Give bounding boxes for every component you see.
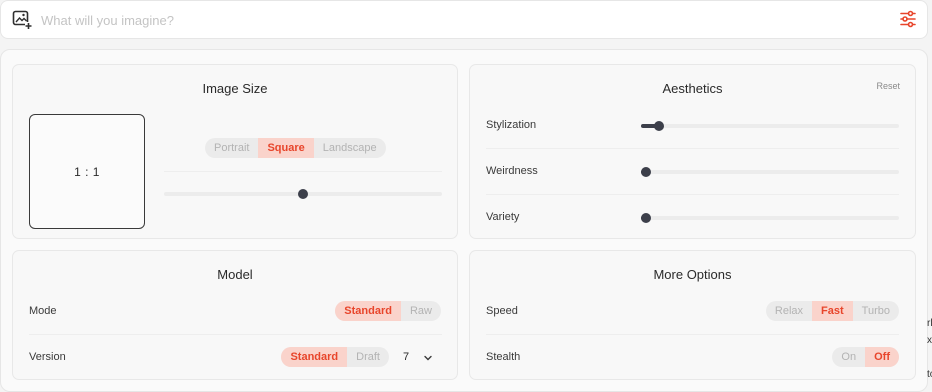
aesthetics-title: Aesthetics xyxy=(662,81,723,96)
variety-label: Variety xyxy=(486,211,520,223)
orientation-toggle: Portrait Square Landscape xyxy=(205,138,386,158)
version-number[interactable]: 7 xyxy=(403,351,409,363)
prompt-bar xyxy=(0,0,928,39)
weirdness-slider[interactable] xyxy=(641,165,899,179)
speed-label: Speed xyxy=(486,305,518,317)
image-size-title: Image Size xyxy=(202,81,268,96)
speed-option[interactable]: Relax xyxy=(766,301,812,321)
speed-option[interactable]: Fast xyxy=(812,301,853,321)
mode-toggle: Standard Raw xyxy=(335,301,441,321)
aspect-ratio-preview: 1 : 1 xyxy=(29,114,145,229)
slider-handle[interactable] xyxy=(641,213,651,223)
stylization-label: Stylization xyxy=(486,119,537,131)
stylization-slider[interactable] xyxy=(641,119,899,133)
version-option[interactable]: Draft xyxy=(347,347,389,367)
mode-label: Mode xyxy=(29,305,57,317)
more-options-card: More Options Speed Relax Fast Turbo Stea… xyxy=(469,250,916,380)
speed-option[interactable]: Turbo xyxy=(853,301,899,321)
version-toggle: Standard Draft xyxy=(281,347,389,367)
clipped-text-fragment: to xyxy=(927,369,932,380)
clipped-text-fragment: x xyxy=(927,335,932,346)
slider-handle[interactable] xyxy=(641,167,651,177)
speed-toggle: Relax Fast Turbo xyxy=(765,301,899,321)
reset-button[interactable]: Reset xyxy=(876,81,900,91)
stealth-label: Stealth xyxy=(486,351,521,363)
divider xyxy=(164,171,442,172)
image-size-card: Image Size 1 : 1 Portrait Square Landsca… xyxy=(12,64,458,239)
slider-handle[interactable] xyxy=(298,189,308,199)
orientation-option[interactable]: Landscape xyxy=(314,138,386,158)
settings-panel: Image Size 1 : 1 Portrait Square Landsca… xyxy=(0,49,928,392)
model-title: Model xyxy=(217,267,253,282)
aesthetics-card: Aesthetics Reset Stylization Weirdness V… xyxy=(469,64,916,239)
version-label: Version xyxy=(29,351,66,363)
aspect-ratio-slider[interactable] xyxy=(164,187,442,201)
divider xyxy=(29,334,442,335)
clipped-text-fragment: rl xyxy=(927,318,932,329)
prompt-input[interactable] xyxy=(41,10,861,30)
orientation-option[interactable]: Square xyxy=(258,138,314,158)
divider xyxy=(486,194,899,195)
mode-option[interactable]: Raw xyxy=(401,301,441,321)
chevron-down-icon[interactable] xyxy=(423,353,433,363)
model-card: Model Mode Standard Raw Version Standard… xyxy=(12,250,458,380)
slider-handle[interactable] xyxy=(653,121,664,131)
version-option[interactable]: Standard xyxy=(281,347,348,367)
orientation-option[interactable]: Portrait xyxy=(205,138,258,158)
variety-slider[interactable] xyxy=(641,211,899,225)
divider xyxy=(486,148,899,149)
sliders-icon[interactable] xyxy=(898,9,918,29)
more-options-title: More Options xyxy=(653,267,732,282)
image-add-icon[interactable] xyxy=(12,10,32,30)
divider xyxy=(486,334,899,335)
mode-option[interactable]: Standard xyxy=(335,301,401,321)
stealth-toggle: On Off xyxy=(832,347,899,367)
stealth-option[interactable]: Off xyxy=(865,347,899,367)
stealth-option[interactable]: On xyxy=(832,347,865,367)
weirdness-label: Weirdness xyxy=(486,165,538,177)
